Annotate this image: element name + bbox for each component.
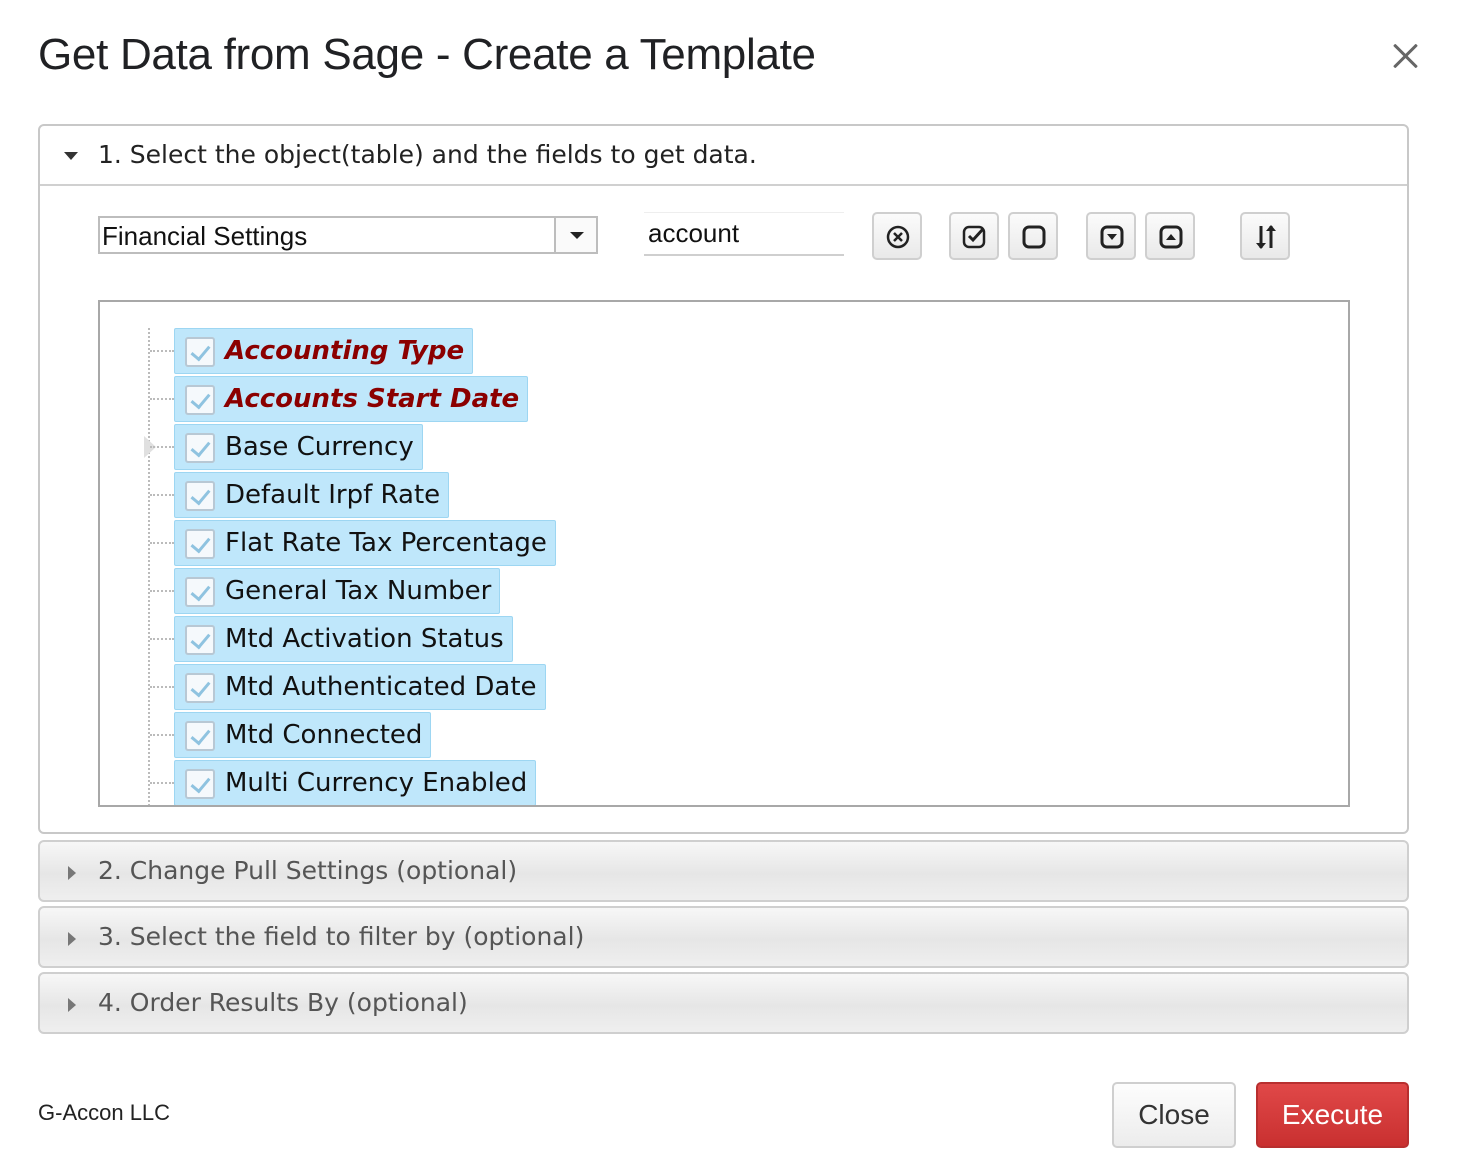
- sort-icon: [1256, 225, 1276, 249]
- section-3-label: 3. Select the field to filter by (option…: [98, 922, 585, 951]
- field-checkbox[interactable]: [185, 625, 215, 655]
- field-item[interactable]: Multi Currency Enabled: [174, 760, 537, 805]
- field-checkbox[interactable]: [185, 577, 215, 607]
- tree-connector: [150, 686, 174, 688]
- section-4-header[interactable]: 4. Order Results By (optional): [38, 972, 1409, 1034]
- field-label: Accounts Start Date: [225, 384, 520, 414]
- section-1-header[interactable]: 1. Select the object(table) and the fiel…: [40, 126, 1407, 186]
- tree-connector: [150, 350, 174, 352]
- field-label: Mtd Activation Status: [225, 624, 504, 654]
- field-item[interactable]: General Tax Number: [174, 568, 501, 614]
- object-select-value: Financial Settings: [102, 221, 308, 251]
- check-all-icon: [962, 225, 986, 249]
- move-up-button[interactable]: [1145, 212, 1195, 260]
- section-4-label: 4. Order Results By (optional): [98, 988, 468, 1017]
- uncheck-all-icon: [1022, 225, 1046, 249]
- select-dropdown-button[interactable]: [554, 218, 596, 252]
- tree-connector: [150, 638, 174, 640]
- close-button[interactable]: Close: [1112, 1082, 1236, 1148]
- field-label: Base Currency: [225, 432, 414, 462]
- sort-button[interactable]: [1240, 212, 1290, 260]
- section-2-header[interactable]: 2. Change Pull Settings (optional): [38, 840, 1409, 902]
- field-label: Accounting Type: [225, 336, 465, 366]
- field-checkbox[interactable]: [185, 337, 215, 367]
- clear-search-button[interactable]: [872, 212, 922, 260]
- clear-circle-x-icon: [886, 225, 910, 249]
- tree-connector: [150, 782, 174, 784]
- check-all-button[interactable]: [949, 212, 999, 260]
- close-icon[interactable]: [1388, 38, 1424, 74]
- section-2-label: 2. Change Pull Settings (optional): [98, 856, 518, 885]
- dialog-title: Get Data from Sage - Create a Template: [38, 30, 816, 79]
- field-checkbox[interactable]: [185, 673, 215, 703]
- field-item[interactable]: Accounting Type: [174, 328, 474, 374]
- field-label: Default Irpf Rate: [225, 480, 441, 510]
- section-select-object: 1. Select the object(table) and the fiel…: [38, 124, 1409, 834]
- caret-right-icon: [68, 998, 76, 1012]
- field-item[interactable]: Mtd Authenticated Date: [174, 664, 546, 710]
- field-item[interactable]: Mtd Activation Status: [174, 616, 513, 662]
- move-up-icon: [1159, 225, 1183, 249]
- field-checkbox[interactable]: [185, 769, 215, 799]
- field-label: General Tax Number: [225, 576, 492, 606]
- field-item[interactable]: Accounts Start Date: [174, 376, 529, 422]
- field-checkbox[interactable]: [185, 433, 215, 463]
- section-1-label: 1. Select the object(table) and the fiel…: [98, 140, 757, 169]
- field-item[interactable]: Default Irpf Rate: [174, 472, 450, 518]
- field-checkbox[interactable]: [185, 721, 215, 751]
- tree-connector: [150, 542, 174, 544]
- caret-right-icon: [68, 932, 76, 946]
- field-label: Mtd Connected: [225, 720, 423, 750]
- chevron-down-icon: [570, 232, 584, 239]
- field-item[interactable]: Mtd Connected: [174, 712, 432, 758]
- move-down-icon: [1100, 225, 1124, 249]
- field-tree: Accounting Type Accounts Start Date Base C…: [98, 300, 1350, 807]
- caret-down-icon: [64, 152, 78, 160]
- section-3-header[interactable]: 3. Select the field to filter by (option…: [38, 906, 1409, 968]
- field-label: Flat Rate Tax Percentage: [225, 528, 547, 558]
- tree-connector: [150, 446, 174, 448]
- field-checkbox[interactable]: [185, 385, 215, 415]
- tree-connector: [150, 494, 174, 496]
- move-down-button[interactable]: [1086, 212, 1136, 260]
- field-item[interactable]: Base Currency: [174, 424, 423, 470]
- field-checkbox[interactable]: [185, 481, 215, 511]
- field-checkbox[interactable]: [185, 529, 215, 559]
- uncheck-all-button[interactable]: [1008, 212, 1058, 260]
- field-label: Multi Currency Enabled: [225, 768, 528, 798]
- execute-button[interactable]: Execute: [1256, 1082, 1409, 1148]
- caret-right-icon: [68, 866, 76, 880]
- field-search-input[interactable]: [644, 212, 844, 256]
- tree-connector: [150, 590, 174, 592]
- company-name: G-Accon LLC: [38, 1100, 171, 1125]
- field-item[interactable]: Flat Rate Tax Percentage: [174, 520, 556, 566]
- tree-connector: [150, 398, 174, 400]
- field-label: Mtd Authenticated Date: [225, 672, 537, 702]
- object-select[interactable]: Financial Settings: [98, 216, 598, 254]
- tree-connector: [150, 734, 174, 736]
